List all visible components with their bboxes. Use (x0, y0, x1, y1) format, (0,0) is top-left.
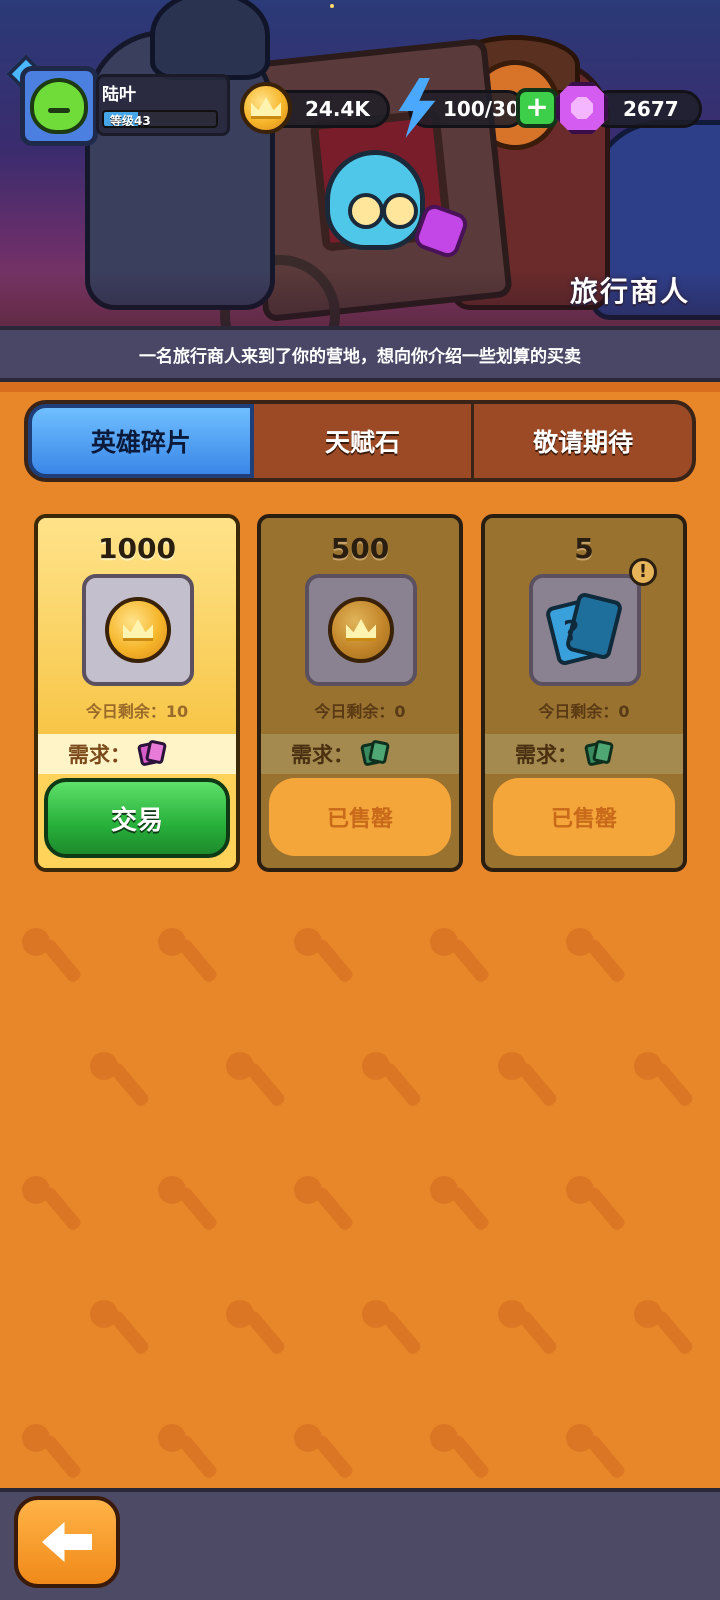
gem-amount: 2677 (623, 97, 679, 121)
mystery-card-icon: ? (544, 591, 624, 668)
sold-out-button[interactable]: 已售罄 (269, 778, 451, 856)
energy-amount: 100/30 (443, 97, 520, 121)
pattern-mic-icon (158, 1424, 219, 1480)
offer-card-bottom: 已售罄 (261, 774, 459, 868)
offer-price: 500 (330, 532, 390, 565)
pattern-mic-icon (430, 1176, 491, 1238)
pattern-mic-icon (566, 928, 627, 990)
divider (0, 382, 720, 392)
sold-out-button[interactable]: 已售罄 (493, 778, 675, 856)
back-button[interactable] (14, 1496, 120, 1588)
requirement-row: 需求： (261, 734, 459, 774)
pattern-mic-icon (22, 928, 83, 990)
player-name: 陆叶 (102, 85, 136, 105)
pattern-mic-icon (430, 928, 491, 990)
offer-card-bottom: 交易 (38, 774, 236, 868)
offer-card: 500 今日剩余：0 需求： 已售罄 (257, 514, 463, 872)
offer-card-bottom: 已售罄 (485, 774, 683, 868)
add-energy-button[interactable]: + (516, 88, 558, 128)
hero-card-pink-icon (136, 739, 168, 767)
pattern-mic-icon (362, 1052, 423, 1114)
remaining-today: 今日剩余：0 (314, 702, 406, 721)
coin-amount: 24.4K (305, 97, 370, 121)
pattern-mic-icon (22, 1424, 83, 1480)
merchant-description-text: 一名旅行商人来到了你的营地，想向你介绍一些划算的买卖 (139, 346, 581, 367)
alert-icon[interactable]: ! (629, 558, 657, 586)
remaining-today: 今日剩余：0 (538, 702, 630, 721)
trade-button[interactable]: 交易 (44, 778, 230, 858)
offer-card: 5 ? ! 今日剩余：0 需求： 已售罄 (481, 514, 687, 872)
villain-hat-illustration (150, 0, 270, 80)
pattern-mic-icon (566, 1424, 627, 1480)
background-pattern (0, 880, 720, 1480)
crown-icon (346, 619, 376, 641)
requirement-label: 需求： (515, 743, 578, 767)
pattern-mic-icon (634, 1300, 695, 1362)
crown-icon (251, 97, 281, 119)
pattern-mic-icon (634, 1052, 695, 1114)
hero-card-green-icon (359, 739, 391, 767)
pattern-mic-icon (158, 928, 219, 990)
slime-avatar-icon (30, 78, 88, 134)
remaining-today: 今日剩余：10 (85, 702, 189, 721)
pattern-mic-icon (362, 1300, 423, 1362)
pattern-mic-icon (90, 1300, 151, 1362)
pattern-mic-icon (226, 1052, 287, 1114)
shop-tabs: 英雄碎片 天赋石 敬请期待 (24, 400, 696, 482)
offer-price: 5 (574, 532, 594, 565)
requirement-label: 需求： (291, 743, 354, 767)
requirement-row: 需求： (38, 734, 236, 774)
pattern-mic-icon (90, 1052, 151, 1114)
merchant-title: 旅行商人 (569, 275, 690, 308)
level-progress-bar: 等级43 (102, 110, 218, 128)
tab-coming-soon[interactable]: 敬请期待 (474, 404, 693, 478)
hero-card-green-icon (583, 739, 615, 767)
pattern-mic-icon (294, 1176, 355, 1238)
pattern-mic-icon (22, 1176, 83, 1238)
crown-coin-icon (240, 82, 292, 134)
pattern-mic-icon (430, 1424, 491, 1480)
crown-coin-icon (105, 597, 171, 663)
tab-talent-stones[interactable]: 天赋石 (253, 404, 475, 478)
crown-coin-icon (328, 597, 394, 663)
offer-price: 1000 (98, 532, 176, 565)
merchant-description: 一名旅行商人来到了你的营地，想向你介绍一些划算的买卖 (0, 326, 720, 382)
pattern-mic-icon (294, 928, 355, 990)
level-label: 等级43 (110, 114, 151, 128)
pattern-mic-icon (226, 1300, 287, 1362)
offer-item-box (305, 574, 417, 686)
pattern-mic-icon (294, 1424, 355, 1480)
merchant-banner: 旅行商人 (0, 0, 720, 330)
pattern-mic-icon (498, 1052, 559, 1114)
offer-item-box (82, 574, 194, 686)
back-arrow-icon (42, 1522, 92, 1562)
requirement-row: 需求： (485, 734, 683, 774)
pattern-mic-icon (498, 1300, 559, 1362)
player-avatar[interactable] (20, 66, 98, 146)
merchant-creature-illustration (325, 150, 425, 250)
star-decoration (330, 4, 334, 8)
crown-icon (123, 619, 153, 641)
pattern-mic-icon (158, 1176, 219, 1238)
tab-hero-shards[interactable]: 英雄碎片 (28, 404, 254, 478)
offer-card: 1000 今日剩余：10 需求： 交易 (34, 514, 240, 872)
pattern-mic-icon (566, 1176, 627, 1238)
offer-item-box: ? (529, 574, 641, 686)
requirement-label: 需求： (68, 743, 131, 767)
